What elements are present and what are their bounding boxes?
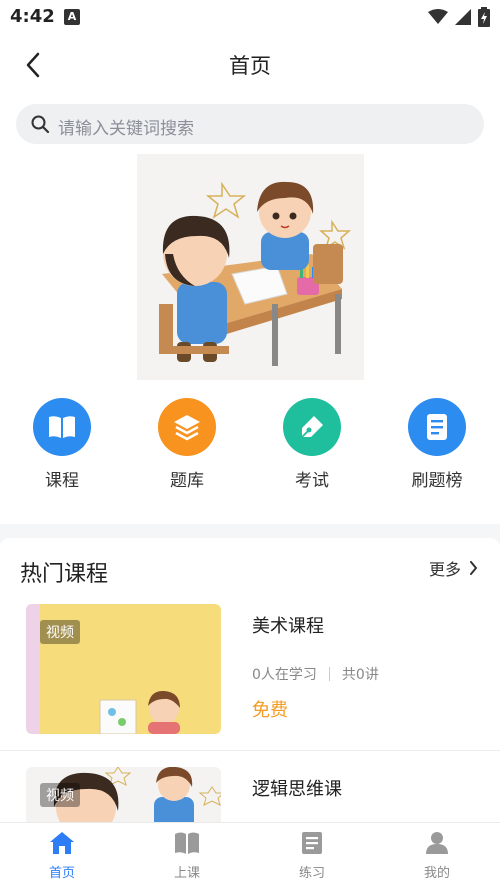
more-link[interactable]: 更多 bbox=[429, 556, 478, 580]
tab-home[interactable]: 首页 bbox=[22, 831, 102, 881]
status-bar: 4:42 A bbox=[0, 0, 500, 34]
tab-profile[interactable]: 我的 bbox=[397, 831, 477, 881]
nav-label: 考试 bbox=[295, 471, 329, 491]
user-icon bbox=[426, 832, 448, 854]
battery-icon bbox=[478, 7, 490, 27]
search-input[interactable]: 请输入关键词搜索 bbox=[16, 104, 484, 144]
document-icon bbox=[408, 398, 466, 456]
status-icons bbox=[428, 7, 490, 27]
signal-icon bbox=[455, 9, 471, 25]
kids-studying-illustration bbox=[137, 154, 364, 380]
home-icon bbox=[50, 832, 74, 854]
nav-item-exam[interactable]: 考试 bbox=[262, 398, 362, 498]
course-thumbnail: 视频 bbox=[26, 604, 221, 734]
page-title: 首页 bbox=[229, 54, 271, 78]
course-card[interactable]: 视频 逻辑思维课 bbox=[0, 755, 500, 828]
tab-label: 首页 bbox=[48, 866, 75, 881]
search-placeholder: 请输入关键词搜索 bbox=[58, 119, 194, 139]
chevron-right-icon bbox=[470, 561, 478, 575]
tab-practice[interactable]: 练习 bbox=[272, 831, 352, 881]
meta-divider bbox=[328, 667, 330, 681]
course-thumbnail: 视频 bbox=[26, 767, 221, 828]
notification-icon: A bbox=[64, 9, 80, 25]
status-time: 4:42 bbox=[10, 6, 55, 27]
wifi-icon bbox=[428, 9, 448, 24]
course-title: 美术课程 bbox=[252, 616, 324, 637]
bottom-tab-bar: 首页 上课 练习 我的 bbox=[0, 822, 500, 888]
video-tag: 视频 bbox=[40, 783, 80, 807]
book-icon bbox=[175, 832, 199, 854]
tab-label: 练习 bbox=[298, 866, 325, 881]
nav-label: 课程 bbox=[45, 471, 79, 491]
section-title: 热门课程 bbox=[20, 562, 109, 587]
course-card[interactable]: 视频 美术课程 0人在学习 共0讲 免费 bbox=[0, 592, 500, 742]
tab-label: 上课 bbox=[173, 866, 200, 881]
more-label: 更多 bbox=[428, 560, 461, 579]
banner-image[interactable] bbox=[137, 154, 364, 380]
lessons-count: 共0讲 bbox=[341, 667, 379, 683]
learners-count: 0人在学习 bbox=[252, 667, 317, 683]
top-content-area: 请输入关键词搜索 课程 题库 考试 刷题榜 bbox=[0, 96, 500, 524]
layers-icon bbox=[158, 398, 216, 456]
tab-class[interactable]: 上课 bbox=[147, 831, 227, 881]
tab-label: 我的 bbox=[423, 866, 450, 881]
course-title: 逻辑思维课 bbox=[252, 779, 342, 800]
divider bbox=[0, 750, 500, 751]
nav-label: 刷题榜 bbox=[411, 471, 463, 491]
nav-item-question-bank[interactable]: 题库 bbox=[137, 398, 237, 498]
course-meta: 0人在学习 共0讲 bbox=[252, 664, 379, 684]
quick-nav: 课程 题库 考试 刷题榜 bbox=[0, 398, 500, 508]
hot-courses-section: 热门课程 更多 视频 美术课程 0人在学习 共0讲 免费 视频 逻辑思维课 bbox=[0, 538, 500, 828]
nav-item-courses[interactable]: 课程 bbox=[12, 398, 112, 498]
nav-item-ranking[interactable]: 刷题榜 bbox=[387, 398, 487, 498]
nav-label: 题库 bbox=[170, 471, 204, 491]
course-price: 免费 bbox=[252, 700, 288, 721]
search-icon bbox=[31, 115, 50, 134]
book-open-icon bbox=[33, 398, 91, 456]
top-navigation-bar: 首页 bbox=[0, 34, 500, 96]
notes-icon bbox=[302, 832, 322, 854]
video-tag: 视频 bbox=[40, 620, 80, 644]
pen-icon bbox=[283, 398, 341, 456]
